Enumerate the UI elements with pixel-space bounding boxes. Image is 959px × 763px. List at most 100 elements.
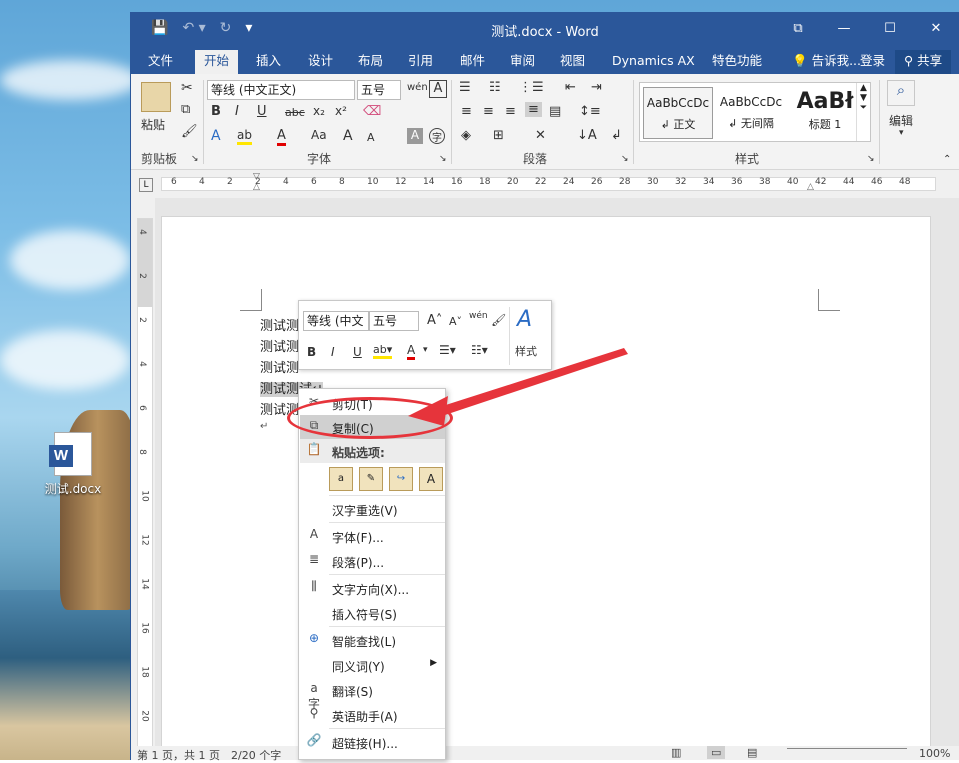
- mini-italic-button[interactable]: I: [331, 345, 335, 359]
- dialog-launcher-icon[interactable]: ↘: [621, 154, 629, 164]
- tab-dynamics-ax[interactable]: Dynamics AX: [603, 50, 704, 74]
- menu-item-text-direction[interactable]: ⫼ 文字方向(X)...: [300, 576, 445, 600]
- tab-insert[interactable]: 插入: [247, 50, 290, 74]
- subscript-button[interactable]: x₂: [313, 104, 325, 118]
- minimize-button[interactable]: —: [821, 12, 867, 46]
- copy-icon[interactable]: ⧉: [181, 102, 190, 117]
- word-count[interactable]: 2/20 个字: [231, 747, 281, 763]
- share-button[interactable]: ⚲ 共享: [895, 50, 952, 74]
- character-shading-icon[interactable]: A: [407, 128, 423, 144]
- close-button[interactable]: ✕: [913, 12, 959, 46]
- mini-phonetic-icon[interactable]: wén: [469, 311, 488, 321]
- underline-button[interactable]: U: [257, 104, 267, 119]
- dialog-launcher-icon[interactable]: ↘: [867, 154, 875, 164]
- shading-icon[interactable]: ◈: [461, 128, 471, 143]
- paste-keep-source-icon[interactable]: a: [329, 467, 353, 491]
- show-marks-icon[interactable]: ↲: [611, 128, 622, 143]
- line-spacing-icon[interactable]: ↕≡: [579, 104, 601, 119]
- mini-font-name-select[interactable]: 等线 (中文: [303, 311, 369, 331]
- grow-font-button[interactable]: A: [343, 128, 353, 144]
- tab-design[interactable]: 设计: [299, 50, 342, 74]
- decrease-indent-icon[interactable]: ⇤: [565, 80, 576, 95]
- style-normal[interactable]: AaBbCcDc ↲ 正文: [643, 87, 713, 139]
- editing-button[interactable]: 编辑: [889, 112, 913, 129]
- paste-picture-icon[interactable]: ↪: [389, 467, 413, 491]
- dialog-launcher-icon[interactable]: ↘: [439, 154, 447, 164]
- change-case-button[interactable]: Aa: [311, 128, 327, 142]
- document-line[interactable]: 测试测: [260, 357, 299, 376]
- menu-item-translate[interactable]: a字 翻译(S): [300, 678, 445, 711]
- font-size-select[interactable]: 五号: [357, 80, 401, 100]
- menu-item-insert-symbol[interactable]: 插入符号(S): [300, 601, 445, 625]
- multilevel-list-icon[interactable]: ⋮☰: [519, 80, 544, 95]
- zoom-slider[interactable]: [787, 748, 907, 749]
- menu-item-synonyms[interactable]: 同义词(Y) ▶: [300, 653, 445, 677]
- cut-icon[interactable]: ✂: [181, 80, 193, 96]
- sort-icon[interactable]: ↓A: [577, 128, 597, 143]
- document-line[interactable]: 测试测: [260, 336, 299, 355]
- numbering-icon[interactable]: ☷: [489, 80, 501, 95]
- shrink-font-button[interactable]: A: [367, 131, 375, 144]
- gallery-scroll[interactable]: ▲ ▼ ⏷: [856, 83, 870, 141]
- mini-highlight-icon[interactable]: ab▾: [373, 343, 393, 359]
- bold-button[interactable]: B: [211, 104, 221, 119]
- tab-home[interactable]: 开始: [195, 50, 239, 74]
- menu-item-english-assistant[interactable]: ⚲ 英语助手(A): [300, 703, 445, 727]
- find-icon[interactable]: ⌕: [887, 80, 915, 106]
- align-center-icon[interactable]: ≡: [483, 104, 494, 119]
- font-color-icon[interactable]: A: [277, 128, 286, 146]
- menu-item-font[interactable]: A 字体(F)...: [300, 524, 445, 548]
- mini-underline-button[interactable]: U: [353, 345, 362, 359]
- menu-item-hyperlink[interactable]: 🔗 超链接(H)...: [300, 730, 445, 754]
- enclose-characters-icon[interactable]: 字: [429, 128, 445, 144]
- style-no-spacing[interactable]: AaBbCcDc ↲ 无间隔: [716, 87, 786, 139]
- italic-button[interactable]: I: [235, 104, 239, 119]
- collapse-ribbon-icon[interactable]: ⌃: [943, 154, 951, 165]
- font-name-select[interactable]: 等线 (中文正文): [207, 80, 355, 100]
- menu-item-reconvert[interactable]: 汉字重选(V): [300, 497, 445, 521]
- sign-in-link[interactable]: 登录: [851, 50, 894, 74]
- phonetic-guide-icon[interactable]: wén: [407, 82, 428, 93]
- zoom-level[interactable]: 100%: [919, 747, 950, 760]
- bullets-icon[interactable]: ☰: [459, 80, 471, 95]
- align-right-icon[interactable]: ≡: [505, 104, 516, 119]
- tab-selector[interactable]: L: [139, 178, 153, 192]
- highlight-color-icon[interactable]: ab: [237, 128, 252, 145]
- clear-formatting-icon[interactable]: ⌫: [363, 104, 381, 119]
- paste-button[interactable]: 粘贴: [141, 116, 165, 133]
- style-heading-1[interactable]: AaBł 标题 1: [790, 87, 860, 139]
- strikethrough-button[interactable]: abc: [285, 106, 305, 119]
- mini-shrink-font-icon[interactable]: A˅: [449, 315, 462, 328]
- mini-format-painter-icon[interactable]: 🖌: [491, 313, 506, 327]
- desktop-file-icon[interactable]: W 测试.docx: [42, 432, 104, 497]
- read-mode-icon[interactable]: ▥: [671, 746, 681, 759]
- web-layout-icon[interactable]: ▤: [747, 746, 757, 759]
- mini-bold-button[interactable]: B: [307, 345, 316, 359]
- tab-view[interactable]: 视图: [551, 50, 594, 74]
- mini-font-size-select[interactable]: 五号: [369, 311, 419, 331]
- mini-grow-font-icon[interactable]: A˄: [427, 313, 442, 328]
- menu-item-paragraph[interactable]: ≣ 段落(P)...: [300, 549, 445, 573]
- ribbon-display-options-button[interactable]: ⧉: [775, 12, 821, 46]
- tab-layout[interactable]: 布局: [349, 50, 392, 74]
- justify-icon[interactable]: ≡: [525, 102, 542, 117]
- mini-styles-icon[interactable]: A: [517, 307, 532, 332]
- tab-references[interactable]: 引用: [399, 50, 442, 74]
- paste-icon[interactable]: [141, 82, 171, 112]
- paste-merge-format-icon[interactable]: ✎: [359, 467, 383, 491]
- menu-item-smart-lookup[interactable]: ⊕ 智能查找(L): [300, 628, 445, 652]
- superscript-button[interactable]: x²: [335, 104, 347, 118]
- paste-text-only-icon[interactable]: A: [419, 467, 443, 491]
- tab-mailings[interactable]: 邮件: [451, 50, 494, 74]
- right-indent-marker[interactable]: △: [807, 182, 814, 192]
- page-count[interactable]: 第 1 页，共 1 页: [137, 747, 220, 763]
- tab-review[interactable]: 审阅: [501, 50, 544, 74]
- borders-icon[interactable]: ⊞: [493, 128, 504, 143]
- print-layout-icon[interactable]: ▭: [707, 746, 726, 759]
- align-left-icon[interactable]: ≡: [461, 104, 472, 119]
- dialog-launcher-icon[interactable]: ↘: [191, 154, 199, 164]
- chinese-layout-icon[interactable]: ✕: [535, 128, 546, 143]
- tab-special-features[interactable]: 特色功能: [703, 50, 771, 74]
- document-line[interactable]: 测试测: [260, 315, 299, 334]
- format-painter-icon[interactable]: 🖌: [181, 124, 198, 139]
